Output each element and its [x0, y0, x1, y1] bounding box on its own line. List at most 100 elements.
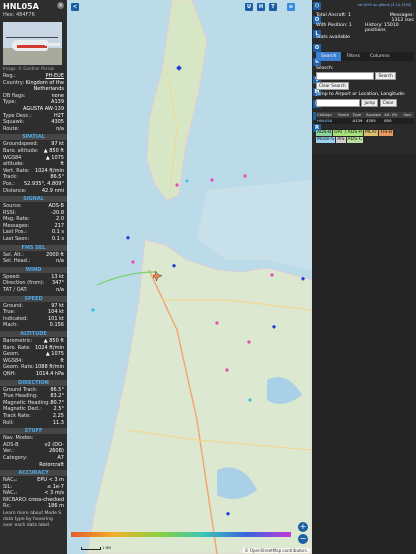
search-label: Search:	[316, 66, 334, 71]
altitude-row: Geom. Rate: 1088 ft/min	[0, 364, 67, 371]
wind-row: Speed: 13 kt	[0, 274, 67, 281]
spatial-row: Vert. Rate: 1024 ft/min	[0, 168, 67, 175]
direction-label: True Heading:	[3, 393, 38, 400]
fms-row: Sel. Alt.: 2000 ft	[0, 252, 67, 259]
speed-label: Mach:	[3, 322, 18, 329]
scale-bar: 1 NM	[81, 546, 111, 550]
map-canvas[interactable]	[67, 0, 312, 554]
close-icon[interactable]: ×	[57, 2, 64, 9]
accuracy-row: NACₚ: EPU < 3 m	[0, 477, 67, 484]
section-title-direction: DIRECTION	[0, 379, 67, 386]
direction-value: 80.7°	[50, 399, 64, 406]
clear-jump-button[interactable]: Clear	[379, 98, 397, 107]
spatial-value: 97 kt	[51, 141, 64, 148]
direction-label: Track Rate:	[3, 412, 31, 419]
row-callsign: HNL05A	[317, 118, 333, 123]
signal-label: Messages:	[3, 222, 30, 229]
info-row: Squawk: 4305	[0, 119, 67, 126]
stuff-label: Nav. Modes:	[3, 435, 34, 442]
accuracy-row: Rc: 186 m	[0, 503, 67, 510]
search-input[interactable]	[316, 72, 374, 80]
jump-input[interactable]	[316, 98, 360, 107]
info-row: Route: n/a	[0, 126, 67, 133]
speed-row: Ground: 97 kt	[0, 303, 67, 310]
direction-row: Magnetic Decl.: 2.5°	[0, 406, 67, 413]
direction-row: Roll: 11.3	[0, 420, 67, 427]
signal-value: 0.1 s	[51, 229, 64, 236]
info-row: Type Desc.: H2T	[0, 113, 67, 120]
zoom-in-button[interactable]: +	[298, 522, 308, 532]
signal-row: Messages: 217	[0, 223, 67, 230]
speed-label: True:	[3, 309, 16, 316]
info-value: none	[51, 92, 64, 99]
signal-row: Last Pos.: 0.1 s	[0, 229, 67, 236]
version-link[interactable]: tar1090 on github (3.14.1290)	[358, 3, 411, 7]
jump-button[interactable]: Jump	[361, 98, 379, 107]
layers-icon[interactable]: ≡	[287, 3, 295, 11]
accuracy-value: cross-checked	[28, 496, 64, 503]
row-type: A139	[352, 118, 363, 123]
search-button[interactable]: Search	[375, 72, 396, 80]
spatial-row: WGS84 altitude: ▲ 1075 ft	[0, 155, 67, 168]
toolbar-button-o2[interactable]: O	[313, 44, 321, 52]
map-button-u[interactable]: U	[245, 3, 253, 11]
map-toggle-sidebar-button[interactable]: <	[71, 3, 79, 11]
signal-value: ADS-B	[48, 203, 64, 210]
speed-value: 101 kt	[48, 315, 64, 322]
tab-filters[interactable]: Filters	[341, 52, 365, 61]
row-route	[337, 118, 351, 124]
altitude-label: QNH:	[3, 370, 17, 377]
map-attribution[interactable]: © OpenStreetMap contributors.	[242, 548, 310, 553]
altitude-value: 1014.4 hPa	[35, 370, 64, 377]
speed-row: Indicated: 101 kt	[0, 316, 67, 323]
map-button-h[interactable]: H	[257, 3, 265, 11]
section-title-speed: SPEED	[0, 295, 67, 302]
map-view[interactable]: < U H T ≡ + − 1 NM © OpenStreetMap contr…	[67, 0, 312, 554]
spatial-label: Distance:	[3, 187, 27, 194]
photo-tail	[45, 43, 60, 46]
aircraft-info-panel: HNL05A Hex: 484F76 × Image: © Gunther Pe…	[0, 0, 67, 554]
altitude-row: QNH: 1014.4 hPa	[0, 371, 67, 378]
direction-value: 11.3	[52, 419, 64, 426]
source-legend: ADS-B UAT / ADS-R MLAT TIS-B Mode-S AIS ADS-C	[316, 130, 414, 144]
signal-value: 217	[54, 222, 64, 229]
wind-label: Direction (from):	[3, 280, 45, 287]
zoom-out-button[interactable]: −	[298, 534, 308, 544]
stats-block: Total Aircraft: 1 Messages: 1312 /sec Wit…	[316, 13, 414, 40]
map-button-t[interactable]: T	[269, 3, 277, 11]
altitude-value: ▲ 850 ft	[43, 338, 64, 344]
clear-search-button[interactable]: Clear Search	[316, 82, 349, 90]
tab-search[interactable]: Search	[316, 52, 342, 61]
signal-value: 2.0	[56, 216, 64, 223]
sidebar-empty-area	[312, 153, 416, 554]
info-row: AGUSTA AW-139	[0, 106, 67, 113]
stuff-value: v2 (DO-260B)	[44, 441, 64, 455]
direction-value: 2.25	[52, 412, 64, 419]
toolbar-expand-button[interactable]: ⟨⟩	[313, 2, 321, 10]
fms-row: Sel. Head.: n/a	[0, 258, 67, 265]
stuff-label: ADS-B Ver.:	[3, 441, 19, 455]
info-label: Type Desc.:	[3, 112, 32, 119]
stats-available-link[interactable]: Stats available	[316, 35, 414, 40]
direction-row: Ground Track: 86.5°	[0, 387, 67, 394]
legend-item: AIS	[336, 137, 346, 143]
info-value[interactable]: PH-EUE	[45, 73, 64, 80]
altitude-row: Barometric: ▲ 850 ft	[0, 338, 67, 345]
accuracy-label: NACᵥ:	[3, 490, 18, 497]
spatial-row: Pos.: 52.935°, 4.809°	[0, 181, 67, 188]
info-label: Squawk:	[3, 119, 25, 126]
aircraft-photo[interactable]	[3, 22, 62, 65]
tab-columns[interactable]: Columns	[365, 52, 395, 61]
sidebar-tabs: Search Filters Columns	[316, 52, 414, 61]
info-row: Country: Kingdom of the Netherlands	[0, 80, 67, 93]
spatial-label: Vert. Rate:	[3, 167, 30, 174]
spatial-value: 52.935°, 4.809°	[24, 180, 64, 187]
accuracy-value: ≤ 1e-7	[46, 483, 64, 490]
direction-label: Ground Track:	[3, 386, 38, 393]
direction-row: True Heading: 83.2°	[0, 393, 67, 400]
info-value: n/a	[56, 125, 64, 132]
accuracy-row: SIL: ≤ 1e-7	[0, 484, 67, 491]
altitude-value: ▲ 1075 ft	[45, 351, 64, 364]
direction-label: Magnetic Heading:	[3, 399, 50, 406]
table-row[interactable]: HNL05A A139 4305 850	[316, 118, 414, 124]
